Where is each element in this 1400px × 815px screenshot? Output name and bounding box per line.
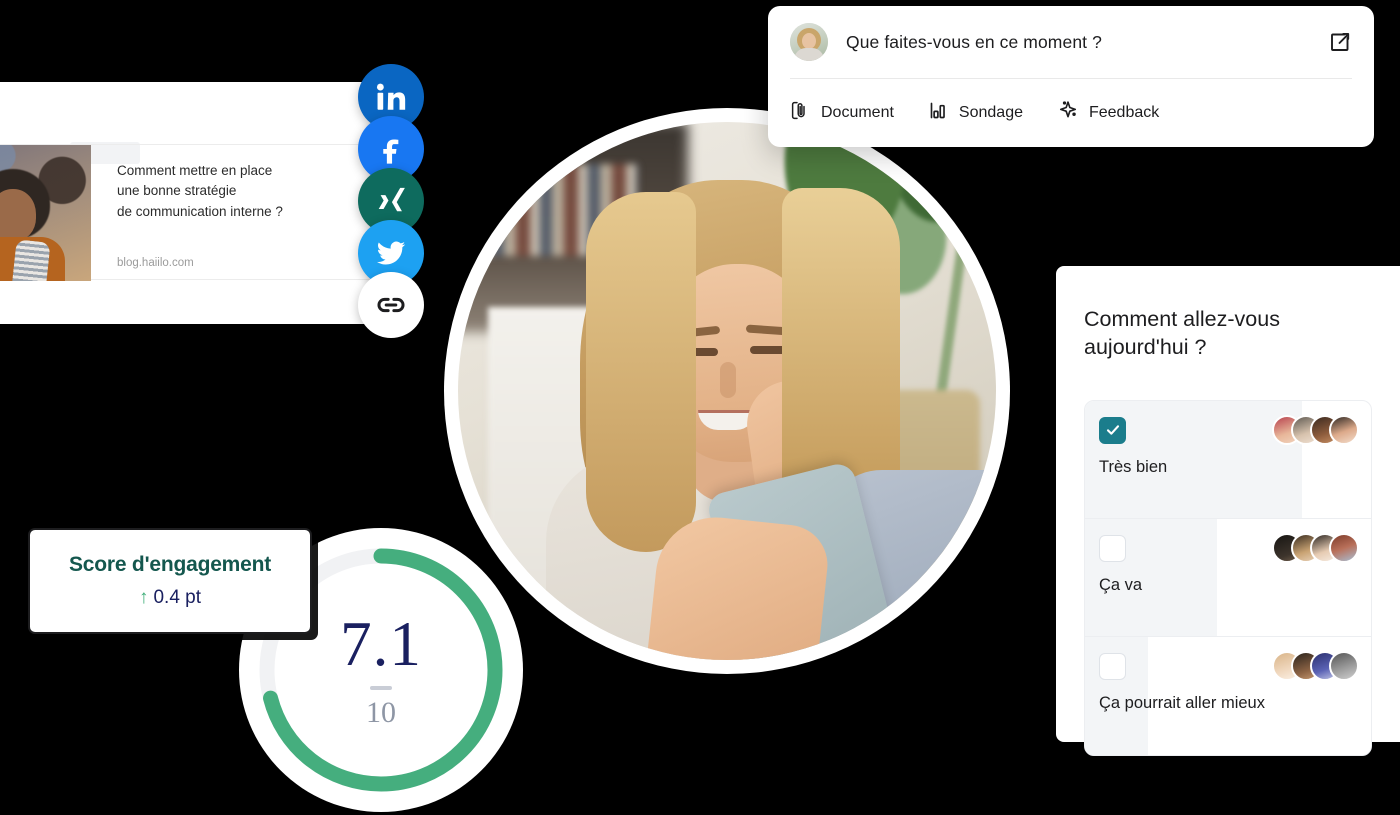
composer-actions: Document Sondage Feedback — [768, 79, 1374, 146]
post-composer-card[interactable]: Que faites-vous en ce moment ? Document — [768, 6, 1374, 147]
arrow-up-icon: ↑ — [138, 587, 149, 608]
promo-composite: Comment mettre en place une bonne straté… — [0, 0, 1400, 815]
bar-chart-icon — [928, 100, 949, 126]
gauge-center-values: 7.1 10 — [340, 608, 422, 729]
composer-input[interactable]: Que faites-vous en ce moment ? — [846, 32, 1102, 53]
checkbox[interactable] — [1099, 652, 1126, 680]
attach-document-label: Document — [821, 103, 894, 121]
survey-option-tres-bien[interactable]: Très bien — [1085, 400, 1371, 519]
sparkle-icon — [1057, 99, 1079, 126]
avatar — [1329, 414, 1359, 445]
checkbox[interactable] — [1099, 416, 1126, 444]
create-poll-label: Sondage — [958, 103, 1023, 121]
social-share-buttons — [358, 64, 424, 338]
avatar — [790, 23, 828, 61]
article-url: blog.haiilo.com — [117, 257, 194, 269]
survey-option-label: Ça pourrait aller mieux — [1099, 693, 1265, 712]
hero-photo — [458, 122, 996, 660]
voter-avatars — [1272, 414, 1359, 445]
survey-options-list: Très bien Ça va Ça pourrait aller mieux — [1084, 399, 1372, 756]
copy-link-icon[interactable] — [358, 272, 424, 338]
gauge-value: 7.1 — [340, 608, 422, 679]
gauge-max: 10 — [366, 695, 396, 729]
gauge-separator — [370, 685, 392, 690]
article-thumbnail — [0, 145, 91, 281]
hero-photo-ring — [444, 108, 1010, 674]
engagement-delta-value: 0.4 pt — [153, 587, 202, 608]
engagement-delta: ↑ 0.4 pt — [139, 587, 201, 609]
survey-card: Comment allez-vous aujourd'hui ? Très bi… — [1056, 266, 1400, 756]
request-feedback-button[interactable]: Feedback — [1057, 99, 1159, 126]
avatar — [1329, 532, 1359, 563]
article-preview: Comment mettre en place une bonne straté… — [0, 144, 400, 281]
engagement-score-card: Score d'engagement ↑ 0.4 pt — [28, 528, 312, 634]
edit-square-icon[interactable] — [1328, 30, 1352, 54]
survey-option-ca-pourrait-aller-mieux[interactable]: Ça pourrait aller mieux — [1085, 636, 1371, 755]
checkbox[interactable] — [1099, 534, 1126, 562]
article-title: Comment mettre en place une bonne straté… — [117, 163, 283, 219]
survey-option-ca-va[interactable]: Ça va — [1085, 518, 1371, 637]
survey-option-label: Ça va — [1099, 575, 1143, 594]
create-poll-button[interactable]: Sondage — [928, 100, 1023, 126]
article-text-block: Comment mettre en place une bonne straté… — [91, 145, 400, 279]
composer-header: Que faites-vous en ce moment ? — [768, 6, 1374, 78]
avatar — [1329, 650, 1359, 681]
paperclip-icon — [790, 100, 811, 126]
survey-option-label: Très bien — [1099, 457, 1168, 476]
article-share-card[interactable]: Comment mettre en place une bonne straté… — [0, 82, 400, 324]
voter-avatars — [1272, 532, 1359, 563]
survey-question: Comment allez-vous aujourd'hui ? — [1084, 307, 1280, 359]
request-feedback-label: Feedback — [1088, 103, 1160, 121]
engagement-score-title: Score d'engagement — [68, 553, 272, 576]
voter-avatars — [1272, 650, 1359, 681]
attach-document-button[interactable]: Document — [790, 100, 894, 126]
